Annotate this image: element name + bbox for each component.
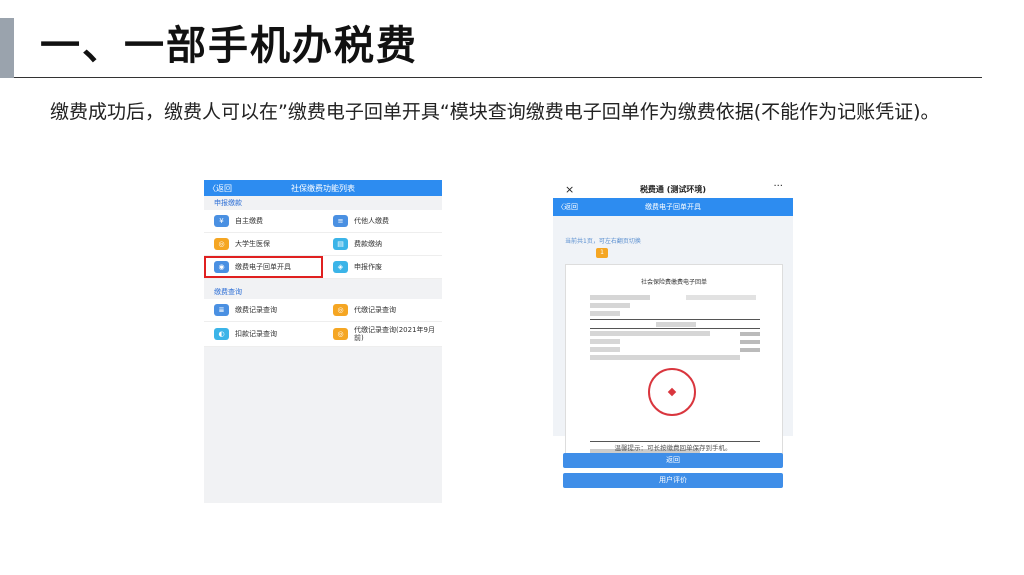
item-receipt-issue[interactable]: ◉ 缴费电子回单开具 bbox=[204, 256, 323, 278]
p2-header: 〈返回 缴费电子回单开具 bbox=[553, 198, 793, 216]
title-accent-bar bbox=[0, 18, 14, 78]
old-agent-record-icon: ◎ bbox=[333, 328, 348, 340]
section-declare-pay: 申报缴款 bbox=[204, 196, 442, 210]
more-icon[interactable]: ··· bbox=[773, 181, 783, 192]
record-query-icon: ≣ bbox=[214, 304, 229, 316]
pay-for-others-icon: ≡ bbox=[333, 215, 348, 227]
item-student-insurance[interactable]: ◎ 大学生医保 bbox=[204, 233, 323, 255]
phone-screenshot-receipt: × 税费通 (测试环境) ··· 〈返回 缴费电子回单开具 当前共1页，可左右翻… bbox=[553, 180, 793, 500]
item-agent-record[interactable]: ◎ 代缴记录查询 bbox=[323, 299, 442, 321]
query-grid: ≣ 缴费记录查询 ◎ 代缴记录查询 ◐ 扣款记录查询 ◎ 代缴记录查询(2021年9月前… bbox=[204, 299, 442, 347]
item-pay-for-others[interactable]: ≡ 代他人缴费 bbox=[323, 210, 442, 232]
user-rating-button[interactable]: 用户评价 bbox=[563, 473, 783, 488]
item-cancel-declaration[interactable]: ◈ 申报作废 bbox=[323, 256, 442, 278]
p2-navbar: × 税费通 (测试环境) ··· bbox=[553, 180, 793, 198]
item-self-pay[interactable]: ¥ 自主缴费 bbox=[204, 210, 323, 232]
receipt-document[interactable]: 社会保险费缴费电子回单 bbox=[565, 264, 783, 466]
item-record-query[interactable]: ≣ 缴费记录查询 bbox=[204, 299, 323, 321]
phone-screenshot-function-list: 〈返回 社保缴费功能列表 申报缴款 ¥ 自主缴费 ≡ 代他人缴费 ◎ 大学生医保 ▤ 费… bbox=[204, 180, 442, 503]
receipt-viewer: 当前共1页，可左右翻页切换 1 社会保险费缴费电子回单 bbox=[553, 216, 793, 466]
receipt-icon: ◉ bbox=[214, 261, 229, 273]
p1-header-title: 社保缴费功能列表 bbox=[291, 184, 355, 193]
p1-header: 〈返回 社保缴费功能列表 bbox=[204, 180, 442, 196]
receipt-title: 社会保险费缴费电子回单 bbox=[640, 279, 707, 286]
slide-paragraph: 缴费成功后，缴费人可以在”缴费电子回单开具“模块查询缴费电子回单作为缴费依据(不… bbox=[50, 101, 940, 123]
official-stamp bbox=[648, 368, 696, 416]
page-hint: 当前共1页，可左右翻页切换 bbox=[565, 238, 641, 245]
item-deduction-record[interactable]: ◐ 扣款记录查询 bbox=[204, 322, 323, 346]
item-old-agent-record[interactable]: ◎ 代缴记录查询(2021年9月前) bbox=[323, 322, 442, 346]
self-pay-icon: ¥ bbox=[214, 215, 229, 227]
fee-payment-icon: ▤ bbox=[333, 238, 348, 250]
p2-header-title: 缴费电子回单开具 bbox=[645, 203, 701, 211]
deduction-record-icon: ◐ bbox=[214, 328, 229, 340]
save-tip: 温馨提示：可长按缴费回单保存到手机。 bbox=[614, 444, 732, 452]
item-fee-payment[interactable]: ▤ 费款缴纳 bbox=[323, 233, 442, 255]
student-insurance-icon: ◎ bbox=[214, 238, 229, 250]
cancel-declaration-icon: ◈ bbox=[333, 261, 348, 273]
p2-app-title: 税费通 (测试环境) bbox=[639, 185, 707, 194]
title-divider bbox=[14, 77, 982, 78]
declare-pay-grid: ¥ 自主缴费 ≡ 代他人缴费 ◎ 大学生医保 ▤ 费款缴纳 ◉ 缴费电子回单开具 ◈ 申报作… bbox=[204, 210, 442, 279]
agent-record-icon: ◎ bbox=[333, 304, 348, 316]
page-badge: 1 bbox=[596, 248, 608, 258]
return-button[interactable]: 返回 bbox=[563, 453, 783, 468]
section-query: 缴费查询 bbox=[204, 285, 442, 299]
slide-title: 一、一部手机办税费 bbox=[40, 23, 418, 69]
